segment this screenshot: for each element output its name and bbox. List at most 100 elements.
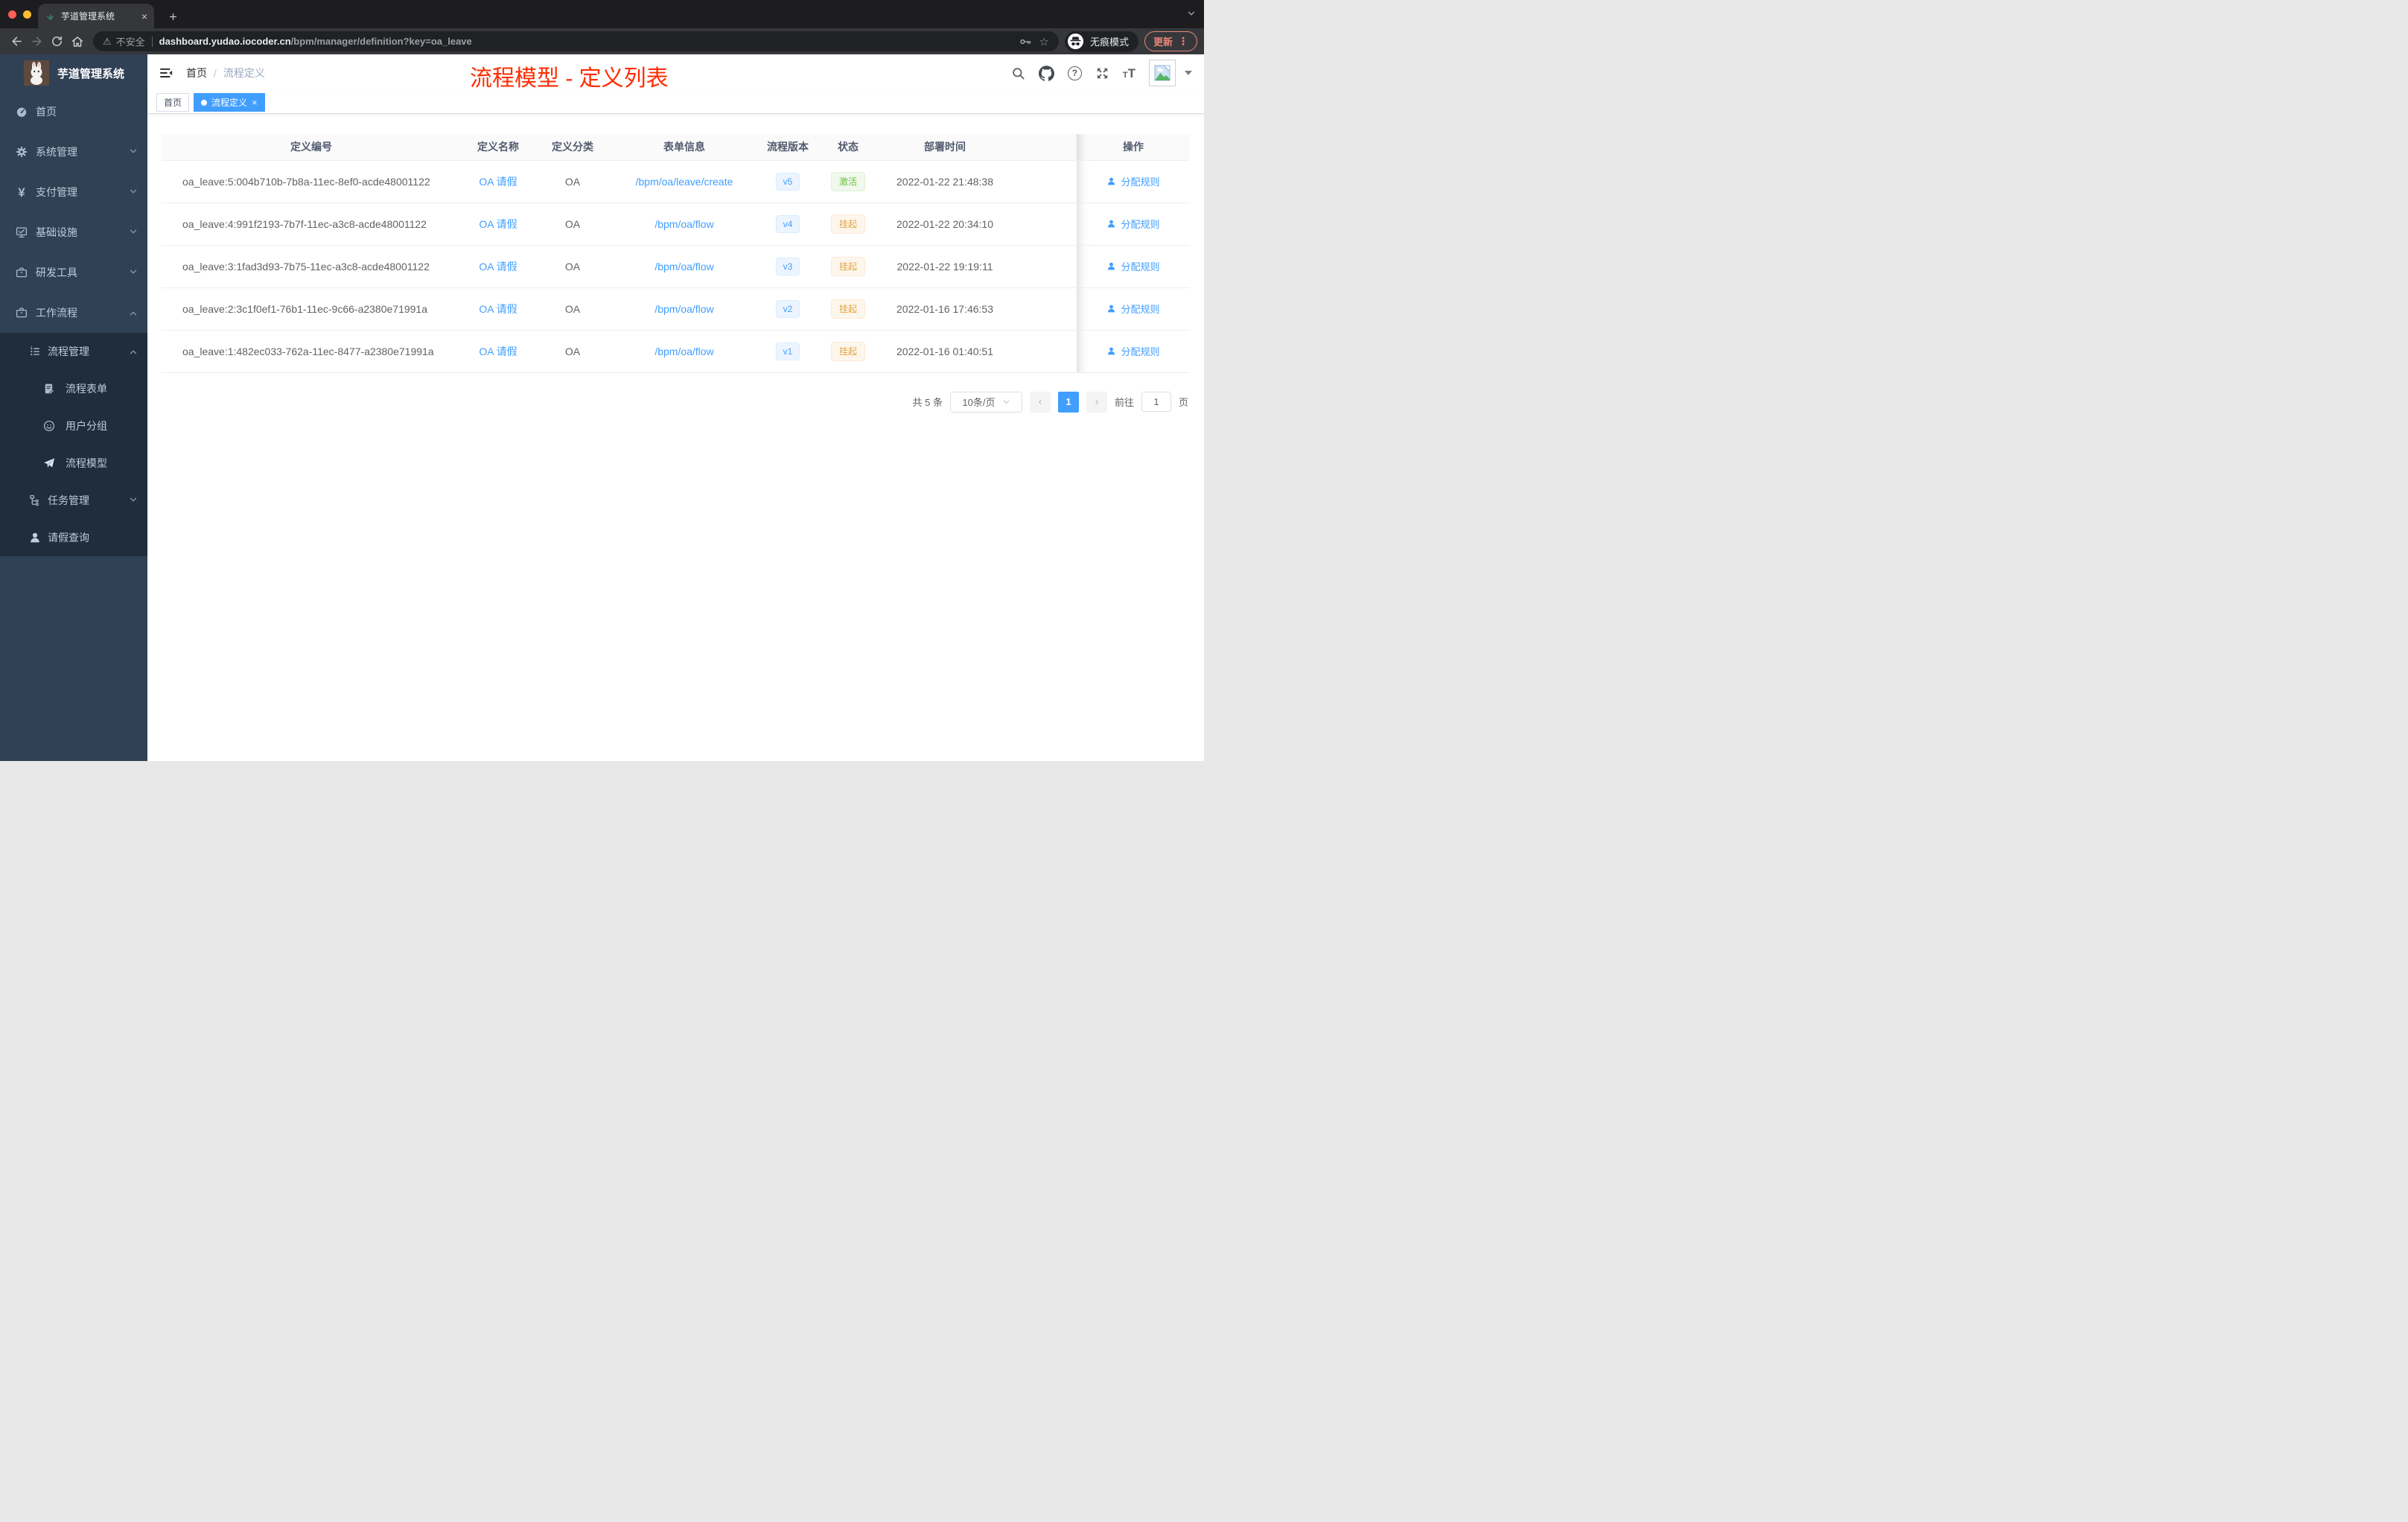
assign-rule-link[interactable]: 分配规则 — [1106, 174, 1160, 188]
sidebar-item-user-group[interactable]: 用户分组 — [0, 407, 147, 445]
definition-name-link[interactable]: OA 请假 — [479, 261, 517, 273]
help-icon[interactable]: ? — [1067, 66, 1082, 80]
sidebar-item-process-management[interactable]: 流程管理 — [0, 333, 147, 370]
fullscreen-icon[interactable] — [1095, 66, 1109, 80]
filler-cell — [1010, 203, 1077, 246]
breadcrumb-home[interactable]: 首页 — [186, 66, 207, 80]
sidebar-item-process-form[interactable]: 流程表单 — [0, 370, 147, 407]
assign-rule-link[interactable]: 分配规则 — [1106, 302, 1160, 316]
page-content: 定义编号 定义名称 定义分类 表单信息 流程版本 状态 部署时间 操作 oa_l… — [147, 114, 1204, 413]
back-button[interactable] — [7, 31, 27, 51]
logo-rabbit-avatar — [24, 60, 49, 86]
filler-cell — [1010, 245, 1077, 288]
browser-window: 芋道管理系统 × ⚠ 不安全 dashboard.yudao.iocoder.c… — [0, 0, 1204, 761]
assign-rule-link[interactable]: 分配规则 — [1106, 344, 1160, 358]
table-header-row: 定义编号 定义名称 定义分类 表单信息 流程版本 状态 部署时间 操作 — [162, 134, 1190, 161]
minimize-window-button[interactable] — [23, 10, 31, 19]
reload-button[interactable] — [47, 31, 67, 51]
browser-tab[interactable]: 芋道管理系统 × — [38, 4, 154, 28]
table-row: oa_leave:3:1fad3d93-7b75-11ec-a3c8-acde4… — [162, 245, 1190, 288]
deploy-time: 2022-01-22 21:48:38 — [896, 175, 993, 188]
form-link[interactable]: /bpm/oa/flow — [654, 218, 713, 230]
form-link[interactable]: /bpm/oa/flow — [654, 261, 713, 273]
avatar-dropdown-caret-icon[interactable] — [1185, 71, 1192, 75]
app-title: 芋道管理系统 — [57, 67, 125, 80]
sidebar-item-system[interactable]: 系统管理 — [0, 132, 147, 172]
page-size-value: 10条/页 — [962, 397, 996, 408]
definition-category: OA — [564, 175, 581, 188]
sidebar-item-label: 用户分组 — [66, 420, 107, 432]
sidebar-item-leave-query[interactable]: 请假查询 — [0, 519, 147, 556]
page-number-button[interactable]: 1 — [1057, 391, 1079, 413]
pagination-total: 共 5 条 — [912, 397, 943, 408]
dashboard-icon — [15, 105, 28, 118]
new-tab-button[interactable] — [163, 7, 182, 26]
version-badge: v2 — [775, 299, 800, 318]
person-icon — [1108, 305, 1115, 313]
status-badge: 挂起 — [830, 214, 865, 234]
font-size-icon[interactable]: TT — [1123, 67, 1135, 80]
definition-name-link[interactable]: OA 请假 — [479, 176, 517, 188]
tag-close-icon[interactable]: × — [252, 98, 258, 107]
tab-title: 芋道管理系统 — [61, 11, 115, 22]
form-link[interactable]: /bpm/oa/flow — [654, 303, 713, 315]
definition-category: OA — [564, 302, 581, 315]
sidebar-item-label: 流程模型 — [66, 457, 107, 469]
avatar[interactable] — [1149, 60, 1176, 86]
definition-name-link[interactable]: OA 请假 — [479, 346, 517, 357]
prev-page-button[interactable]: ‹ — [1029, 391, 1051, 413]
definition-category: OA — [564, 345, 581, 357]
status-badge: 挂起 — [830, 299, 865, 319]
tag-label: 首页 — [164, 98, 182, 108]
deploy-time: 2022-01-16 17:46:53 — [896, 302, 993, 315]
definition-name-link[interactable]: OA 请假 — [479, 218, 517, 230]
sidebar-item-dev-tools[interactable]: 研发工具 — [0, 252, 147, 293]
form-link[interactable]: /bpm/oa/flow — [654, 346, 713, 357]
definition-id: oa_leave:3:1fad3d93-7b75-11ec-a3c8-acde4… — [182, 260, 430, 273]
sidebar-item-payment[interactable]: ¥ 支付管理 — [0, 172, 147, 212]
definition-name-link[interactable]: OA 请假 — [479, 303, 517, 315]
incognito-badge: 无痕模式 — [1064, 31, 1138, 52]
tab-search-chevron-icon[interactable] — [1186, 8, 1197, 22]
update-chrome-button[interactable]: 更新 ⋮ — [1144, 31, 1197, 51]
version-badge: v3 — [775, 257, 800, 276]
assign-rule-link[interactable]: 分配规则 — [1106, 217, 1160, 231]
sidebar-item-task-management[interactable]: 任务管理 — [0, 482, 147, 519]
workflow-submenu: 流程管理 流程表单 用户分组 流程模型 任务管理 请假查询 — [0, 333, 147, 556]
table-row: oa_leave:4:991f2193-7b7f-11ec-a3c8-acde4… — [162, 203, 1190, 246]
assign-rule-link[interactable]: 分配规则 — [1106, 259, 1160, 273]
search-icon[interactable] — [1011, 66, 1025, 80]
person-icon — [1108, 347, 1115, 355]
forward-button[interactable] — [27, 31, 47, 51]
smiley-user-icon — [42, 419, 56, 433]
tag-process-definition[interactable]: 流程定义 × — [194, 93, 265, 112]
deploy-time: 2022-01-22 19:19:11 — [896, 260, 993, 273]
tab-close-icon[interactable]: × — [141, 11, 147, 22]
sidebar-collapse-icon[interactable] — [158, 65, 174, 81]
password-key-icon[interactable] — [1019, 35, 1032, 48]
address-bar[interactable]: ⚠ 不安全 dashboard.yudao.iocoder.cn/bpm/man… — [93, 31, 1059, 51]
sidebar-item-label: 首页 — [36, 106, 57, 118]
definition-category: OA — [564, 217, 581, 230]
definition-id: oa_leave:4:991f2193-7b7f-11ec-a3c8-acde4… — [182, 217, 427, 230]
sidebar-item-process-model[interactable]: 流程模型 — [0, 445, 147, 482]
bookmark-star-icon[interactable]: ☆ — [1039, 35, 1049, 48]
infrastructure-icon — [15, 226, 28, 239]
sidebar-item-workflow[interactable]: 工作流程 — [0, 293, 147, 333]
chevron-down-icon — [129, 226, 138, 238]
tag-home[interactable]: 首页 — [156, 93, 190, 112]
chevron-down-icon — [129, 146, 138, 158]
sidebar-item-label: 支付管理 — [36, 186, 77, 198]
github-icon[interactable] — [1038, 65, 1054, 81]
sidebar-item-home[interactable]: 首页 — [0, 92, 147, 132]
yen-icon: ¥ — [18, 185, 25, 200]
sidebar-item-infrastructure[interactable]: 基础设施 — [0, 212, 147, 252]
home-button[interactable] — [67, 31, 87, 51]
close-window-button[interactable] — [8, 10, 16, 19]
goto-page-input[interactable] — [1141, 392, 1171, 412]
form-link[interactable]: /bpm/oa/leave/create — [636, 176, 733, 188]
next-page-button[interactable]: › — [1086, 391, 1107, 413]
page-size-select[interactable]: 10条/页 — [949, 391, 1022, 413]
browser-menu-icon[interactable]: ⋮ — [1178, 35, 1188, 48]
filler-cell — [1010, 330, 1077, 373]
